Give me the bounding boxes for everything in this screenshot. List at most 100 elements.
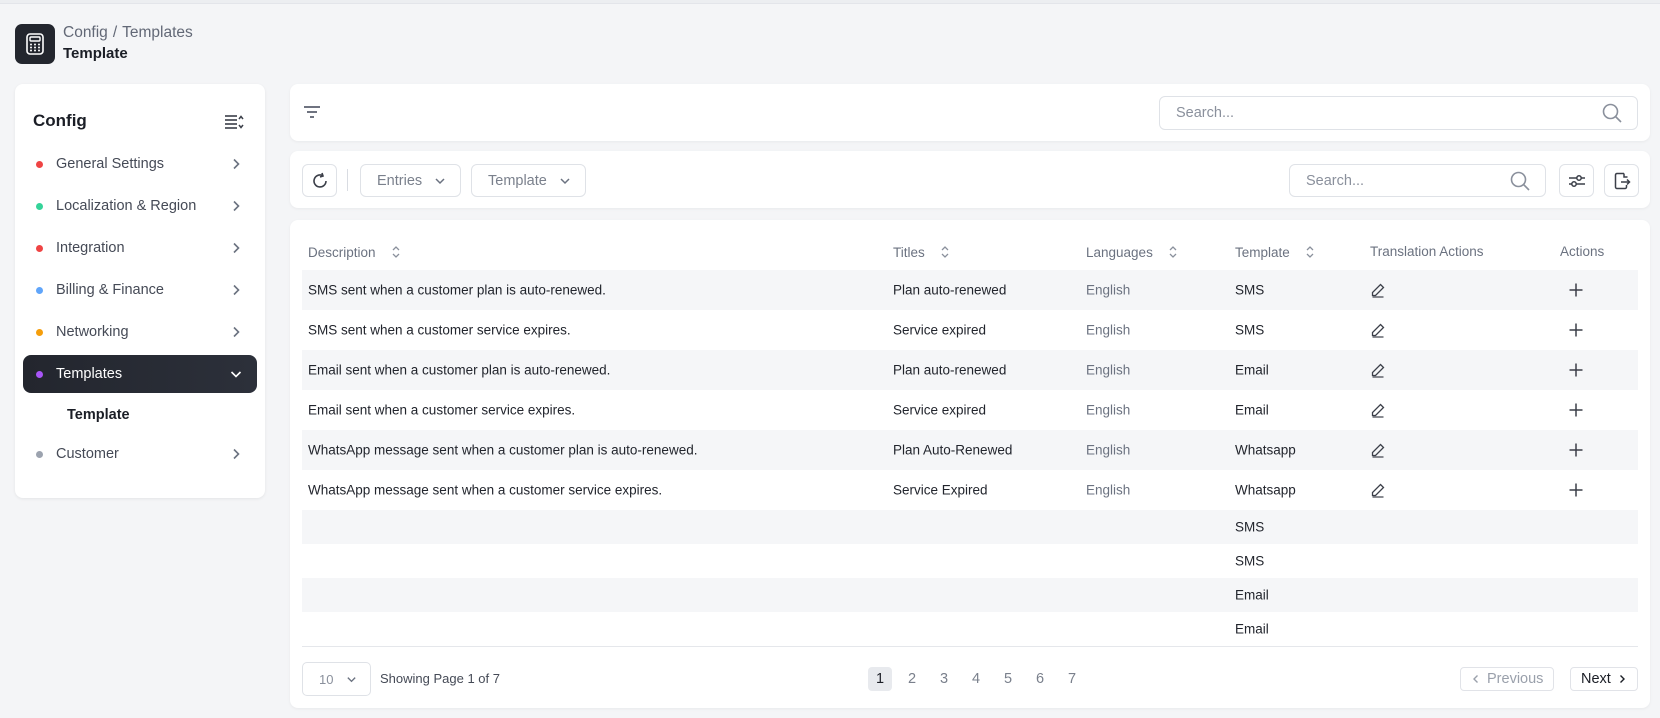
chevron-right-icon	[233, 200, 240, 212]
sidebar-item-localization[interactable]: Localization & Region	[23, 187, 257, 225]
chevron-down-icon	[560, 177, 570, 184]
next-button[interactable]: Next	[1570, 667, 1638, 691]
status-dot	[36, 202, 43, 210]
cell-description: SMS sent when a customer service expires…	[308, 322, 571, 338]
chevron-down-icon	[435, 177, 445, 184]
edit-icon[interactable]	[1370, 482, 1386, 498]
breadcrumb-config[interactable]: Config	[63, 24, 108, 41]
table-row[interactable]: SMS sent when a customer service expires…	[302, 310, 1638, 350]
status-dot	[36, 160, 43, 168]
page-button-2[interactable]: 2	[900, 667, 924, 691]
cell-language: English	[1086, 362, 1131, 378]
cell-template: SMS	[1235, 553, 1265, 569]
search-icon[interactable]	[1509, 170, 1531, 192]
cell-template: Email	[1235, 362, 1269, 378]
table-subrow: Email	[302, 578, 1638, 612]
column-settings-button[interactable]	[1559, 164, 1594, 197]
entries-dropdown-label: Entries	[377, 172, 423, 189]
status-dot	[36, 244, 43, 252]
sidebar-subitem-template[interactable]: Template	[67, 407, 130, 423]
sort-icon[interactable]	[1167, 244, 1179, 260]
table-search	[1289, 164, 1546, 197]
edit-icon[interactable]	[1370, 282, 1386, 298]
sort-icon[interactable]	[1304, 244, 1316, 260]
cell-description: Email sent when a customer service expir…	[308, 402, 576, 418]
column-header-translation-actions: Translation Actions	[1370, 244, 1484, 259]
previous-label: Previous	[1487, 671, 1544, 687]
column-header-description[interactable]: Description	[308, 244, 402, 260]
table-row[interactable]: Email sent when a customer plan is auto-…	[302, 350, 1638, 390]
column-header-label: Translation Actions	[1370, 244, 1484, 259]
previous-button[interactable]: Previous	[1460, 667, 1555, 691]
template-dropdown[interactable]: Template	[471, 164, 586, 197]
table-row[interactable]: SMS sent when a customer plan is auto-re…	[302, 270, 1638, 310]
sidebar-item-label: Networking	[56, 324, 129, 340]
column-header-label: Description	[308, 244, 376, 260]
cell-language: English	[1086, 402, 1131, 418]
page-button-4[interactable]: 4	[964, 667, 988, 691]
column-header-template[interactable]: Template	[1235, 244, 1316, 260]
cell-language: English	[1086, 282, 1131, 298]
cell-title: Service expired	[893, 402, 987, 418]
plus-icon[interactable]	[1568, 322, 1584, 338]
page-button-7[interactable]: 7	[1060, 667, 1084, 691]
plus-icon[interactable]	[1568, 362, 1584, 378]
chevron-right-icon	[233, 326, 240, 338]
page-size-select[interactable]: 10	[302, 662, 371, 696]
table-toolbar: Entries Template	[290, 151, 1650, 208]
sort-icon[interactable]	[390, 244, 402, 260]
page-button-6[interactable]: 6	[1028, 667, 1052, 691]
entries-dropdown[interactable]: Entries	[360, 164, 462, 197]
column-header-titles[interactable]: Titles	[893, 244, 951, 260]
cell-template: Email	[1235, 587, 1269, 603]
plus-icon[interactable]	[1568, 482, 1584, 498]
sidebar-item-integration[interactable]: Integration	[23, 229, 257, 267]
table-search-input[interactable]	[1306, 165, 1509, 196]
edit-icon[interactable]	[1370, 402, 1386, 418]
breadcrumb-templates[interactable]: Templates	[122, 24, 193, 41]
breadcrumb: Config / Templates	[63, 24, 193, 42]
cell-language: English	[1086, 442, 1131, 458]
column-header-languages[interactable]: Languages	[1086, 244, 1179, 260]
chevron-down-icon	[230, 371, 242, 378]
calculator-icon[interactable]	[15, 24, 55, 64]
plus-icon[interactable]	[1568, 402, 1584, 418]
filter-icon[interactable]	[303, 104, 321, 120]
plus-icon[interactable]	[1568, 442, 1584, 458]
edit-icon[interactable]	[1370, 442, 1386, 458]
page-button-3[interactable]: 3	[932, 667, 956, 691]
table-row[interactable]: WhatsApp message sent when a customer pl…	[302, 430, 1638, 470]
sort-icon[interactable]	[939, 244, 951, 260]
edit-icon[interactable]	[1370, 322, 1386, 338]
sidebar: Config General Settings Localization & R…	[15, 84, 265, 498]
page-button-5[interactable]: 5	[996, 667, 1020, 691]
sliders-icon	[1568, 174, 1585, 187]
sidebar-item-templates[interactable]: Templates	[23, 355, 257, 393]
search-icon[interactable]	[1601, 102, 1623, 124]
edit-icon[interactable]	[1370, 362, 1386, 378]
filter-bar	[290, 84, 1650, 141]
global-search-input[interactable]	[1176, 97, 1601, 129]
cell-description: Email sent when a customer plan is auto-…	[308, 362, 611, 378]
sidebar-item-customer[interactable]: Customer	[23, 435, 257, 473]
page-button-1[interactable]: 1	[868, 667, 892, 691]
global-search	[1159, 96, 1638, 130]
table-row[interactable]: WhatsApp message sent when a customer se…	[302, 470, 1638, 510]
collapse-list-icon[interactable]	[223, 112, 245, 132]
next-label: Next	[1581, 671, 1611, 687]
export-button[interactable]	[1604, 164, 1639, 197]
plus-icon[interactable]	[1568, 282, 1584, 298]
cell-template: Whatsapp	[1235, 442, 1296, 458]
cell-description: WhatsApp message sent when a customer se…	[308, 482, 663, 498]
chevron-down-icon	[347, 676, 357, 682]
sidebar-item-general-settings[interactable]: General Settings	[23, 145, 257, 183]
table-subrow: SMS	[302, 510, 1638, 544]
chevron-right-icon	[233, 284, 240, 296]
chevron-right-icon	[233, 448, 240, 460]
status-dot	[36, 370, 43, 378]
sidebar-item-billing[interactable]: Billing & Finance	[23, 271, 257, 309]
sidebar-item-networking[interactable]: Networking	[23, 313, 257, 351]
refresh-button[interactable]	[302, 164, 337, 197]
cell-template: Whatsapp	[1235, 482, 1296, 498]
table-row[interactable]: Email sent when a customer service expir…	[302, 390, 1638, 430]
